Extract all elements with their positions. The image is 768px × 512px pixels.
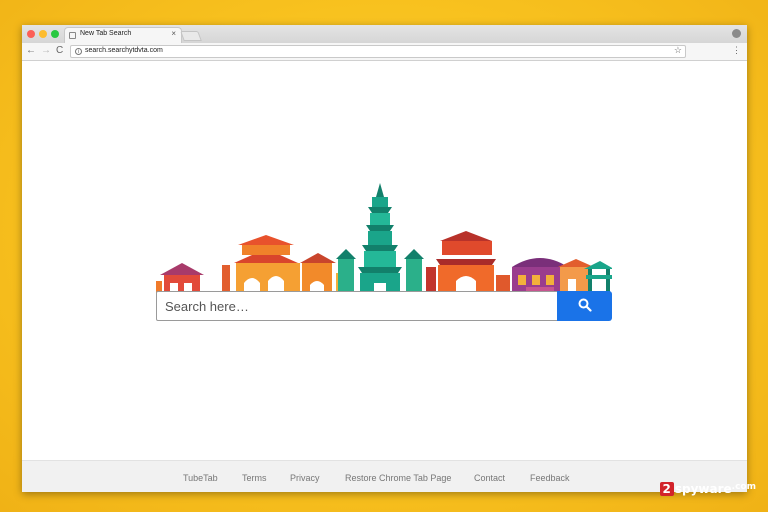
browser-window: New Tab Search × ← → C i search.searchyt…: [22, 25, 747, 492]
orange-gate: [222, 235, 350, 299]
info-icon[interactable]: i: [75, 48, 82, 55]
title-bar: New Tab Search ×: [22, 25, 747, 43]
footer-link-feedback[interactable]: Feedback: [530, 473, 570, 483]
watermark-name: spyware: [674, 482, 732, 496]
search-input[interactable]: [156, 291, 558, 321]
footer-link-restore-chrome-tab-page[interactable]: Restore Chrome Tab Page: [345, 473, 451, 483]
bookmark-star-icon[interactable]: ☆: [674, 45, 682, 56]
search-icon: [578, 298, 592, 312]
search-button[interactable]: [557, 291, 612, 321]
back-button[interactable]: ←: [26, 45, 36, 56]
footer-link-contact[interactable]: Contact: [474, 473, 505, 483]
watermark-domain: .com: [731, 482, 756, 492]
browser-toolbar: ← → C i search.searchytdvta.com ☆ ⋮: [22, 43, 747, 61]
red-temple: [426, 231, 510, 299]
page-content: [22, 61, 747, 457]
maximize-window-button[interactable]: [51, 30, 59, 38]
teal-pagoda: [336, 183, 424, 299]
address-bar[interactable]: i search.searchytdvta.com ☆: [70, 45, 686, 58]
tab-title: New Tab Search: [80, 30, 132, 37]
tab-new-tab-search[interactable]: New Tab Search ×: [64, 27, 182, 43]
reload-button[interactable]: C: [56, 45, 63, 56]
watermark-number: 2: [659, 482, 674, 496]
skyline-illustration: [156, 183, 612, 299]
new-tab-button[interactable]: [180, 31, 202, 41]
forward-button[interactable]: →: [41, 45, 51, 56]
minimize-window-button[interactable]: [39, 30, 47, 38]
page-icon: [69, 32, 76, 39]
menu-icon[interactable]: ⋮: [732, 45, 741, 56]
close-window-button[interactable]: [27, 30, 35, 38]
footer-link-privacy[interactable]: Privacy: [290, 473, 320, 483]
watermark-logo: 2 spyware.com: [659, 482, 756, 500]
profile-icon[interactable]: [732, 29, 741, 38]
footer-link-tubetab[interactable]: TubeTab: [183, 473, 218, 483]
footer: TubeTab Terms Privacy Restore Chrome Tab…: [22, 460, 747, 492]
footer-link-terms[interactable]: Terms: [242, 473, 267, 483]
url-text[interactable]: search.searchytdvta.com: [85, 47, 163, 54]
tab-close-icon[interactable]: ×: [171, 29, 176, 38]
